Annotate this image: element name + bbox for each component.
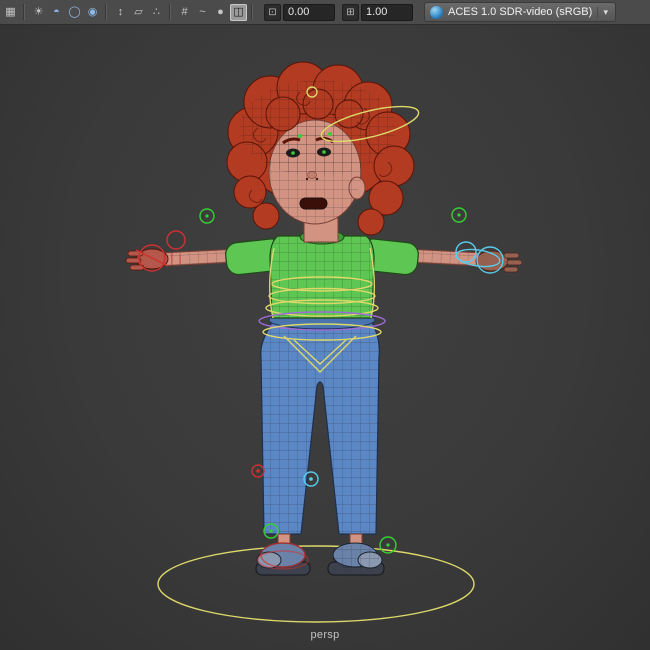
snap-grid-icon[interactable]: # (176, 4, 193, 21)
field-b-mode-icon[interactable]: ⊞ (342, 3, 359, 21)
mouth (299, 197, 328, 210)
light-icon[interactable]: ☀ (30, 4, 47, 21)
nose (307, 171, 317, 179)
snap-plane-icon[interactable]: ◫ (230, 3, 247, 21)
chevron-down-icon[interactable]: ▾ (597, 6, 613, 18)
color-management-dropdown[interactable]: ACES 1.0 SDR-video (sRGB) ▾ (424, 2, 617, 22)
select-object-icon[interactable]: ▱ (130, 4, 147, 21)
color-management-icon (430, 5, 443, 19)
root-control-circle[interactable] (157, 545, 475, 623)
toolbar-separator (252, 4, 253, 20)
field-a-mode-icon[interactable]: ⊡ (264, 3, 281, 21)
right-shoe (327, 533, 385, 576)
pants (260, 310, 381, 535)
status-line-toolbar: ▦ ☀◓◯◉ ↕▱∴ #~●◫ ⊡ ⊞ ACES 1.0 SDR-video (sRG… (0, 0, 650, 25)
viewport-canvas[interactable] (0, 0, 650, 650)
toolbar-separator (106, 4, 107, 20)
camera-name-label[interactable]: persp (310, 629, 339, 641)
toolbar-icon-strip: ▦ ☀ ◓ ◯ ◉ ↕ ▱ ∴ # ~ ● ◫ (2, 3, 257, 21)
field-a-input[interactable] (283, 3, 335, 21)
color-management-label: ACES 1.0 SDR-video (sRGB) (448, 6, 593, 18)
field-b-input[interactable] (361, 3, 413, 21)
toolbar-separator (24, 4, 25, 20)
select-hierarchy-icon[interactable]: ↕ (112, 4, 129, 21)
snap-curve-icon[interactable]: ~ (194, 4, 211, 21)
textured-sphere-icon[interactable]: ◉ (84, 4, 101, 21)
left-wrist-control[interactable] (166, 230, 186, 250)
wire-sphere-icon[interactable]: ◯ (66, 4, 83, 21)
maya-viewport-window: ▦ ☀◓◯◉ ↕▱∴ #~●◫ ⊡ ⊞ ACES 1.0 SDR-video (sRG… (0, 0, 650, 650)
field-group-a: ⊡ (264, 3, 335, 21)
snap-point-icon[interactable]: ● (212, 4, 229, 21)
left-shoe (255, 533, 311, 576)
shirt (225, 229, 419, 319)
toolbar-separator (170, 4, 171, 20)
select-component-icon[interactable]: ∴ (148, 4, 165, 21)
shaded-sphere-icon[interactable]: ◓ (48, 4, 65, 21)
app-grid-icon[interactable]: ▦ (2, 4, 19, 21)
field-group-b: ⊞ (342, 3, 413, 21)
